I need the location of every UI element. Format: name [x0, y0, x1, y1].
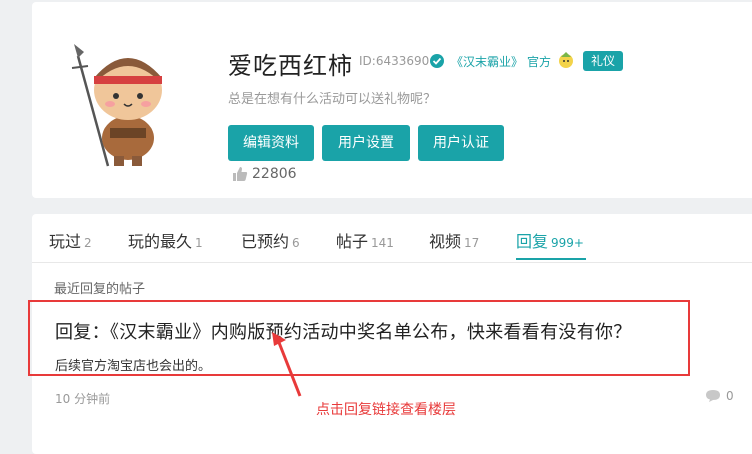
reply-time: 10 分钟前 — [55, 392, 111, 406]
tab-count: 17 — [464, 236, 480, 250]
tab-reserved[interactable]: 已预约 6 — [241, 228, 300, 252]
tab-videos[interactable]: 视频 17 — [429, 228, 479, 252]
tab-label: 回复 — [516, 232, 549, 251]
arrow-icon — [272, 332, 302, 397]
active-tab-indicator — [516, 258, 586, 260]
tab-bar: 玩过 2 玩的最久 1 已预约 6 帖子 141 视频 17 回复 999+ — [32, 214, 752, 263]
tab-played[interactable]: 玩过 2 — [49, 228, 92, 252]
verified-icon — [430, 54, 444, 68]
tab-count: 999+ — [551, 236, 584, 250]
user-settings-button[interactable]: 用户设置 — [322, 125, 410, 161]
comment-count: 0 — [726, 389, 734, 403]
section-label: 最近回复的帖子 — [54, 282, 146, 297]
user-bio: 总是在想有什么活动可以送礼物呢？ — [228, 92, 437, 107]
comment-icon[interactable] — [705, 389, 721, 403]
tab-label: 玩过 — [49, 232, 82, 251]
tab-label: 已预约 — [241, 232, 290, 251]
role-badge: 礼仪 — [583, 51, 624, 71]
highlight-annotation-box — [28, 300, 690, 376]
user-id: ID:6433690 — [359, 54, 430, 68]
tab-played-longest[interactable]: 玩的最久 1 — [128, 228, 203, 252]
annotation-text: 点击回复链接查看楼层 — [316, 402, 456, 418]
like-icon — [233, 167, 248, 181]
avatar[interactable] — [60, 38, 170, 168]
username: 爱吃西红柿 — [228, 52, 353, 80]
edit-profile-button[interactable]: 编辑资料 — [228, 125, 314, 161]
tab-count: 141 — [371, 236, 394, 250]
tab-label: 视频 — [429, 232, 462, 251]
tab-posts[interactable]: 帖子 141 — [336, 228, 394, 252]
tab-count: 1 — [195, 236, 203, 250]
medal-icon — [559, 52, 573, 68]
user-verify-button[interactable]: 用户认证 — [418, 125, 504, 161]
tab-label: 帖子 — [336, 232, 369, 251]
game-link[interactable]: 《汉末霸业》 — [451, 53, 523, 70]
tab-label: 玩的最久 — [128, 232, 193, 251]
tab-count: 6 — [292, 236, 300, 250]
tab-count: 2 — [84, 236, 92, 250]
tab-replies[interactable]: 回复 999+ — [516, 228, 584, 252]
official-label: 官方 — [527, 55, 552, 69]
like-count: 22806 — [252, 166, 297, 182]
